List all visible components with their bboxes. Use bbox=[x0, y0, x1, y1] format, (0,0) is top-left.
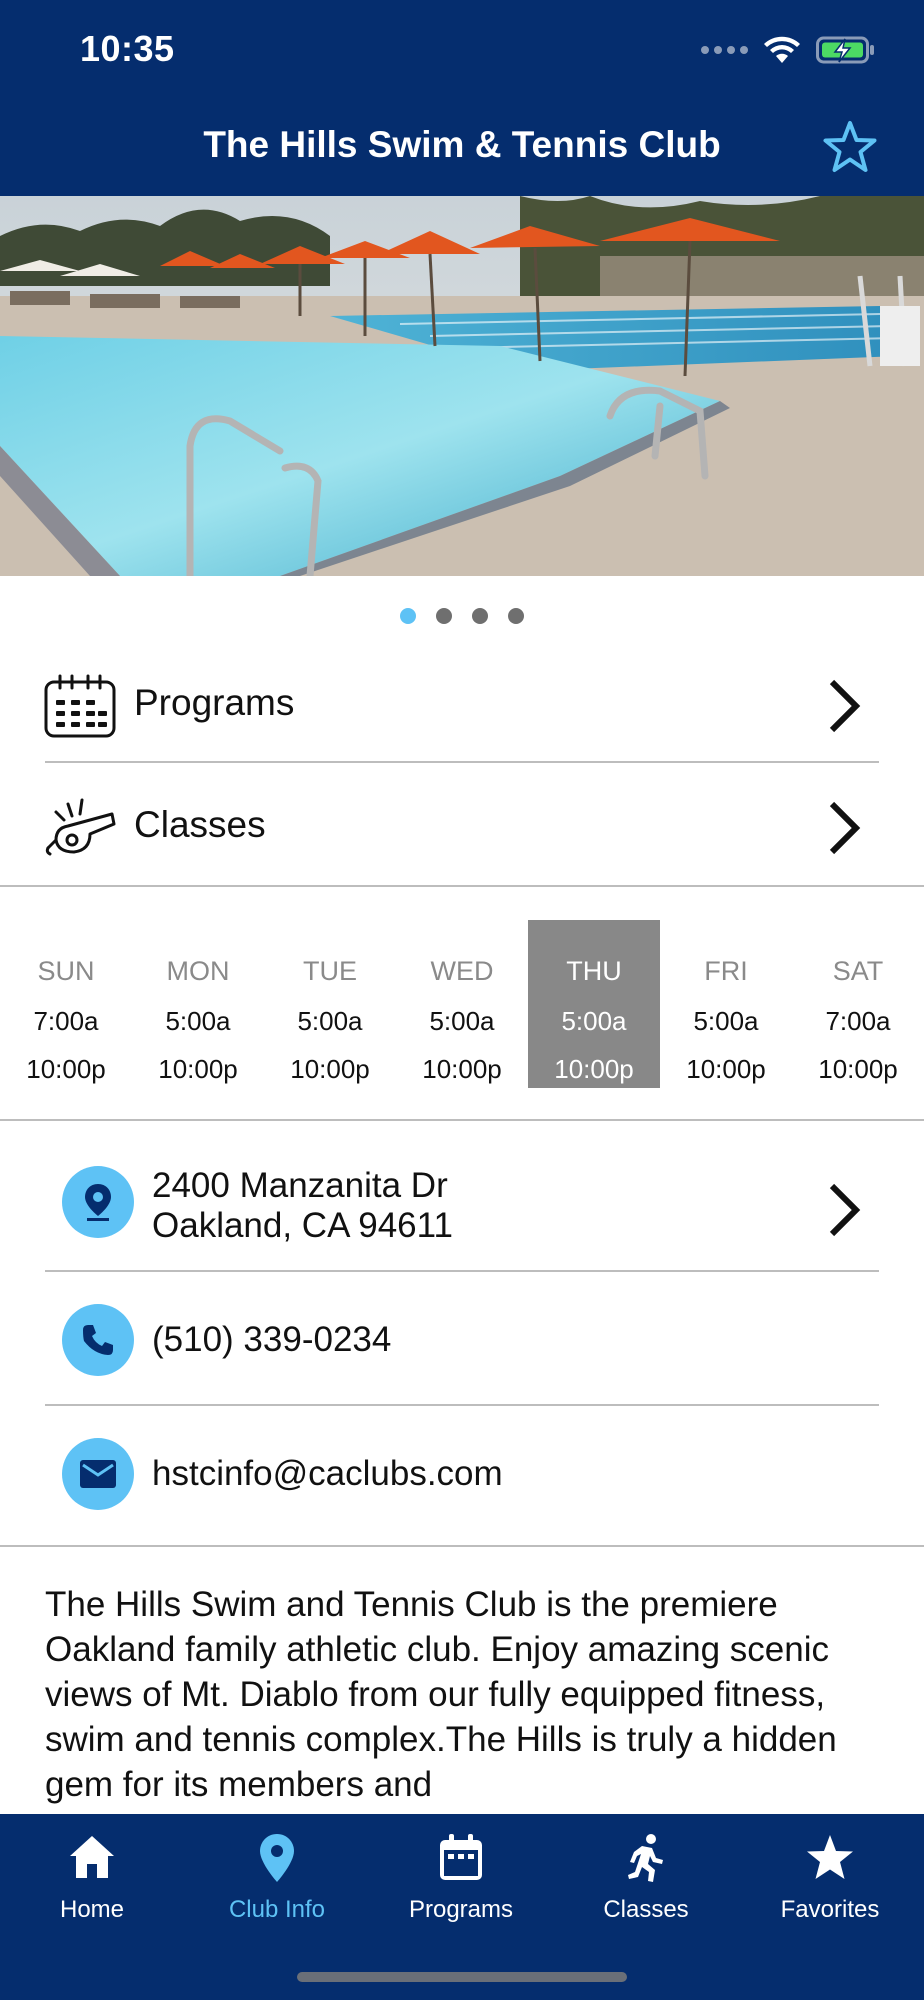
nav-bar: The Hills Swim & Tennis Club bbox=[0, 100, 924, 196]
map-pin-icon bbox=[260, 1834, 294, 1882]
cellular-signal-icon bbox=[701, 46, 748, 54]
open-time: 5:00a bbox=[297, 1006, 363, 1036]
carousel-dot-3[interactable] bbox=[472, 608, 488, 624]
day-thu-today: THU 5:00a 10:00p bbox=[528, 920, 660, 1088]
phone-number: (510) 339-0234 bbox=[152, 1320, 392, 1359]
tab-club-info[interactable]: Club Info bbox=[185, 1832, 369, 1942]
address-row[interactable]: 2400 Manzanita Dr Oakland, CA 94611 bbox=[0, 1130, 924, 1270]
day-wed: WED 5:00a 10:00p bbox=[396, 920, 528, 1088]
open-time: 7:00a bbox=[825, 1006, 891, 1036]
classes-label: Classes bbox=[134, 804, 266, 845]
section-divider bbox=[0, 1119, 924, 1121]
day-name: FRI bbox=[704, 956, 748, 986]
status-bar: 10:35 bbox=[0, 0, 924, 100]
wifi-icon bbox=[764, 36, 800, 63]
day-fri: FRI 5:00a 10:00p bbox=[660, 920, 792, 1088]
section-divider bbox=[0, 885, 924, 887]
day-tue: TUE 5:00a 10:00p bbox=[264, 920, 396, 1088]
close-time: 10:00p bbox=[26, 1054, 106, 1084]
email-address: hstcinfo@caclubs.com bbox=[152, 1454, 503, 1493]
close-time: 10:00p bbox=[422, 1054, 502, 1084]
close-time: 10:00p bbox=[290, 1054, 370, 1084]
home-icon bbox=[70, 1836, 114, 1878]
close-time: 10:00p bbox=[686, 1054, 766, 1084]
email-row[interactable]: hstcinfo@caclubs.com bbox=[0, 1406, 924, 1544]
status-icons bbox=[701, 32, 876, 68]
carousel-dot-1[interactable] bbox=[400, 608, 416, 624]
address-line2: Oakland, CA 94611 bbox=[152, 1206, 453, 1245]
status-time: 10:35 bbox=[80, 28, 175, 69]
runner-icon bbox=[628, 1834, 663, 1882]
open-time: 5:00a bbox=[561, 1006, 627, 1036]
open-time: 5:00a bbox=[429, 1006, 495, 1036]
programs-label: Programs bbox=[134, 682, 295, 723]
club-description: The Hills Swim and Tennis Club is the pr… bbox=[45, 1585, 837, 1804]
close-time: 10:00p bbox=[158, 1054, 238, 1084]
tab-home[interactable]: Home bbox=[0, 1832, 184, 1942]
classes-row[interactable]: Classes bbox=[0, 766, 924, 886]
carousel-dot-2[interactable] bbox=[436, 608, 452, 624]
tab-label: Home bbox=[59, 1896, 125, 1923]
star-icon bbox=[807, 1835, 853, 1879]
close-time: 10:00p bbox=[554, 1054, 634, 1084]
address-text: 2400 Manzanita Dr Oakland, CA 94611 bbox=[152, 1166, 453, 1246]
location-pin-icon bbox=[62, 1166, 134, 1238]
day-mon: MON 5:00a 10:00p bbox=[132, 920, 264, 1088]
carousel-dots[interactable] bbox=[0, 608, 924, 624]
open-time: 5:00a bbox=[693, 1006, 759, 1036]
day-sun: SUN 7:00a 10:00p bbox=[0, 920, 132, 1088]
tab-label: Favorites bbox=[780, 1896, 880, 1923]
tab-label: Club Info bbox=[228, 1896, 326, 1923]
hours-strip: SUN 7:00a 10:00p MON 5:00a 10:00p TUE 5:… bbox=[0, 920, 924, 1088]
divider bbox=[45, 761, 879, 763]
battery-charging-icon bbox=[816, 36, 874, 64]
day-sat: SAT 7:00a 10:00p bbox=[792, 920, 924, 1088]
day-name: THU bbox=[566, 956, 622, 986]
programs-row[interactable]: Programs bbox=[0, 644, 924, 764]
section-divider bbox=[0, 1545, 924, 1547]
calendar-icon bbox=[44, 674, 116, 738]
open-time: 7:00a bbox=[33, 1006, 99, 1036]
tab-programs[interactable]: Programs bbox=[369, 1832, 553, 1942]
day-name: SUN bbox=[37, 956, 95, 986]
carousel-dot-4[interactable] bbox=[508, 608, 524, 624]
whistle-icon bbox=[45, 798, 116, 856]
calendar-icon bbox=[440, 1834, 482, 1880]
address-line1: 2400 Manzanita Dr bbox=[152, 1166, 448, 1205]
day-name: MON bbox=[166, 956, 230, 986]
phone-row[interactable]: (510) 339-0234 bbox=[0, 1272, 924, 1404]
day-name: TUE bbox=[303, 956, 357, 986]
phone-icon bbox=[62, 1304, 134, 1376]
close-time: 10:00p bbox=[818, 1054, 898, 1084]
hero-pool-image[interactable] bbox=[0, 196, 924, 576]
chevron-right-icon bbox=[829, 801, 861, 855]
tab-favorites[interactable]: Favorites bbox=[738, 1832, 922, 1942]
open-time: 5:00a bbox=[165, 1006, 231, 1036]
mail-icon bbox=[62, 1438, 134, 1510]
chevron-right-icon bbox=[829, 679, 861, 733]
day-name: SAT bbox=[832, 956, 884, 986]
day-name: WED bbox=[430, 956, 494, 986]
home-indicator[interactable] bbox=[297, 1972, 627, 1982]
tab-label: Programs bbox=[408, 1896, 514, 1923]
page-title: The Hills Swim & Tennis Club bbox=[203, 124, 721, 165]
tab-classes[interactable]: Classes bbox=[554, 1832, 738, 1942]
tab-label: Classes bbox=[603, 1896, 689, 1923]
favorite-star-icon[interactable] bbox=[820, 118, 880, 178]
chevron-right-icon bbox=[829, 1183, 861, 1237]
